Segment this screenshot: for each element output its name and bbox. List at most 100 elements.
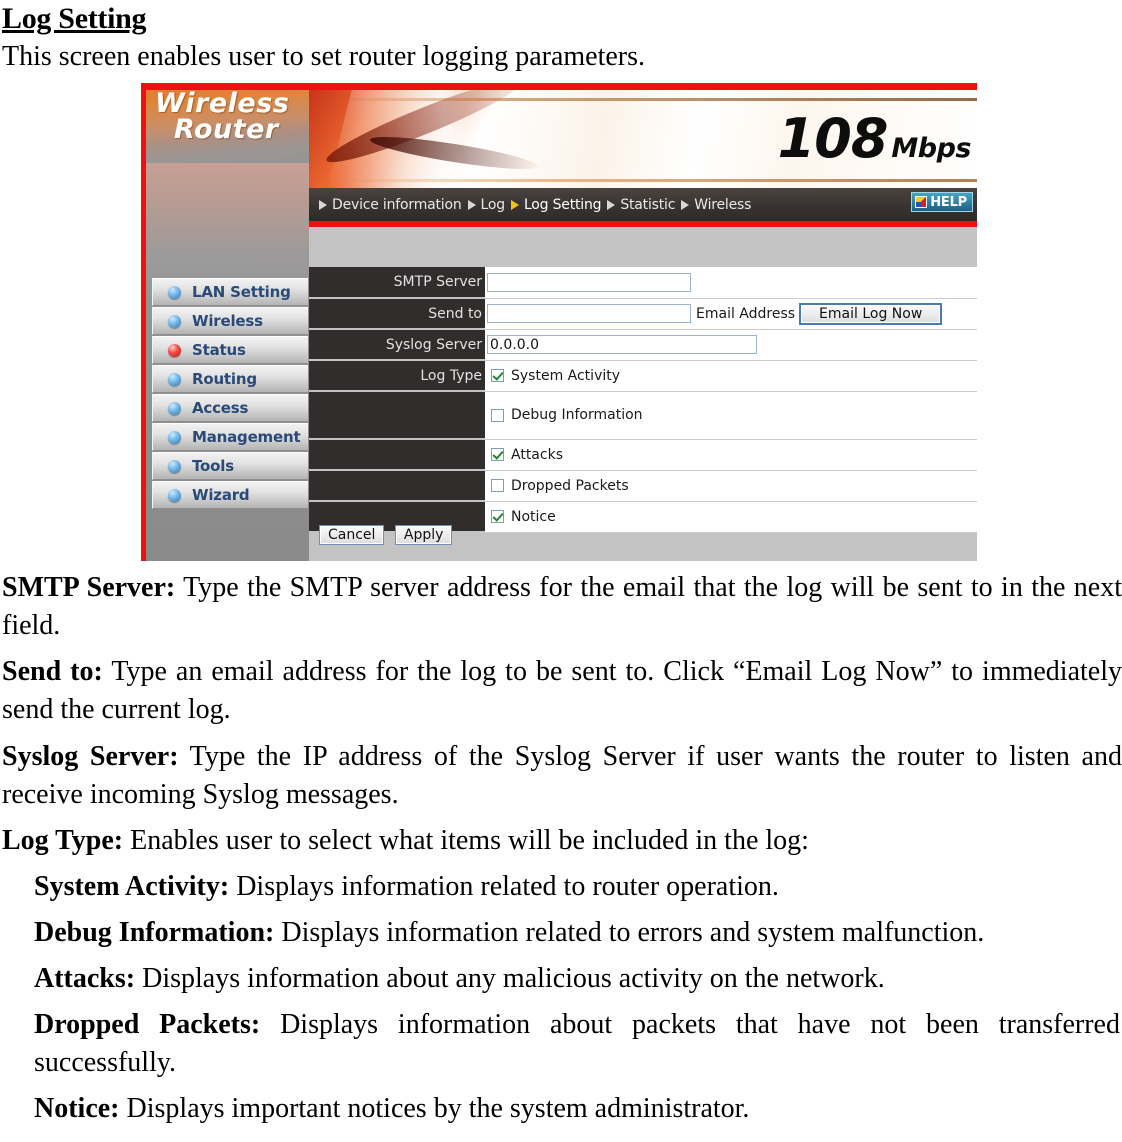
- bullet-icon: [168, 488, 181, 502]
- log-type-option-label: System Activity: [511, 367, 621, 384]
- send-to-cell: Email Address Email Log Now: [485, 298, 977, 330]
- checkbox-debug-information[interactable]: [491, 408, 504, 422]
- paragraph-term: System Activity:: [34, 870, 230, 902]
- sidebar-item-lan-setting[interactable]: LAN Setting: [152, 278, 308, 307]
- description-paragraph: Syslog Server: Type the IP address of th…: [2, 738, 1122, 814]
- product-logo: Wireless Router: [146, 85, 309, 164]
- form-button-bar: Cancel Apply: [309, 525, 977, 546]
- sidebar-item-wizard[interactable]: Wizard: [152, 481, 308, 510]
- top-red-bar: [141, 83, 977, 91]
- main-panel: 108 Mbps Device information Log Log Setting…: [309, 90, 977, 562]
- sidebar-item-routing[interactable]: Routing: [152, 365, 308, 394]
- nav-item-wireless[interactable]: Wireless: [681, 197, 751, 213]
- help-button[interactable]: HELP: [911, 192, 973, 213]
- log-type-option[interactable]: Dropped Packets: [487, 471, 977, 501]
- paragraph-term: Attacks:: [34, 962, 136, 994]
- smtp-server-input[interactable]: [487, 272, 691, 292]
- paragraph-term: Dropped Packets:: [34, 1008, 261, 1040]
- sidebar-item-management[interactable]: Management: [152, 423, 308, 452]
- nav-item-log[interactable]: Log: [467, 197, 505, 213]
- document-body: SMTP Server: Type the SMTP server addres…: [0, 569, 1122, 1128]
- syslog-server-cell: [485, 329, 977, 361]
- sidebar-item-access[interactable]: Access: [152, 394, 308, 423]
- log-type-label: Log Type: [309, 360, 485, 393]
- bullet-icon: [168, 430, 181, 444]
- bullet-icon: [168, 285, 181, 299]
- paragraph-text: Displays important notices by the system…: [119, 1093, 750, 1125]
- sidebar-item-tools[interactable]: Tools: [152, 452, 308, 481]
- log-type-option[interactable]: Attacks: [487, 440, 977, 470]
- description-paragraph: Send to: Type an email address for the l…: [2, 653, 1122, 729]
- paragraph-term: Notice:: [34, 1093, 120, 1125]
- description-paragraph: SMTP Server: Type the SMTP server addres…: [2, 569, 1122, 645]
- cancel-button[interactable]: Cancel: [319, 525, 385, 546]
- smtp-server-cell: [485, 267, 977, 299]
- syslog-server-label: Syslog Server: [309, 329, 485, 362]
- bullet-icon: [168, 372, 181, 386]
- checkbox-system-activity[interactable]: [491, 369, 504, 383]
- arrow-right-icon: [681, 199, 690, 210]
- router-admin-screenshot: Wireless Router LAN Setting Wireless Statu…: [141, 83, 977, 562]
- description-paragraph: Notice: Displays important notices by th…: [34, 1090, 1120, 1128]
- description-paragraph: Attacks: Displays information about any …: [34, 960, 1120, 998]
- paragraph-term: SMTP Server:: [2, 572, 176, 604]
- paragraph-term: Syslog Server:: [2, 740, 179, 772]
- intro-paragraph: This screen enables user to set router l…: [2, 41, 646, 72]
- document-page: Log Setting This screen enables user to …: [0, 0, 1122, 1142]
- arrow-right-icon: [319, 199, 327, 210]
- nav-item-label: Device information: [332, 196, 462, 213]
- banner-stripe-bottom: [309, 179, 977, 183]
- log-type-option[interactable]: Debug Information: [487, 392, 977, 439]
- sidebar-item-label: Wizard: [192, 486, 250, 505]
- nav-item-label: Statistic: [620, 196, 676, 213]
- sidebar-item-status[interactable]: Status: [152, 336, 308, 365]
- nav-item-label: Log Setting: [523, 196, 602, 213]
- sidebar-item-label: Wireless: [192, 312, 263, 331]
- syslog-server-input[interactable]: [487, 335, 757, 355]
- banner-stripe-top: [309, 98, 977, 102]
- arrow-right-active-icon: [510, 199, 519, 210]
- apply-button[interactable]: Apply: [394, 525, 453, 546]
- nav-item-statistic[interactable]: Statistic: [607, 197, 675, 213]
- log-type-spacer-cell: [309, 391, 485, 441]
- paragraph-term: Log Type:: [2, 824, 124, 856]
- paragraph-text: Type an email address for the log to be …: [2, 656, 1122, 726]
- checkbox-attacks[interactable]: [491, 448, 504, 462]
- log-type-option-label: Dropped Packets: [511, 477, 629, 494]
- sidebar-item-label: LAN Setting: [192, 283, 291, 302]
- log-type-option-cell: System Activity: [485, 360, 977, 392]
- help-icon: [915, 196, 928, 209]
- bullet-icon: [168, 459, 181, 473]
- form-row-logtype: Debug Information: [309, 391, 977, 441]
- speed-number: 108: [777, 107, 889, 171]
- sidebar-item-wireless[interactable]: Wireless: [152, 307, 308, 336]
- send-to-input[interactable]: [487, 304, 691, 324]
- log-type-spacer-cell: [309, 470, 485, 503]
- sidebar-menu: LAN Setting Wireless Status Routing Access Ma…: [152, 278, 308, 510]
- paragraph-text: Displays information about any malicious…: [135, 962, 885, 994]
- nav-item-log-setting[interactable]: Log Setting: [510, 196, 602, 213]
- smtp-server-label: SMTP Server: [309, 267, 485, 300]
- arrow-right-icon: [607, 199, 616, 210]
- left-red-bar: [141, 83, 146, 562]
- help-button-label: HELP: [930, 194, 967, 210]
- form-row-logtype: Attacks: [309, 439, 977, 472]
- bullet-icon: [168, 401, 181, 415]
- checkbox-notice[interactable]: [491, 510, 504, 524]
- log-type-option-label: Debug Information: [511, 407, 643, 424]
- description-paragraph: Debug Information: Displays information …: [34, 914, 1120, 952]
- send-to-label: Send to: [309, 298, 485, 331]
- paragraph-text: Enables user to select what items will b…: [123, 824, 809, 856]
- header-banner: 108 Mbps: [309, 90, 977, 189]
- checkbox-dropped-packets[interactable]: [491, 479, 504, 493]
- log-type-option-cell: Debug Information: [485, 391, 977, 440]
- paragraph-term: Send to:: [2, 656, 103, 688]
- email-log-now-button[interactable]: Email Log Now: [799, 302, 943, 325]
- nav-item-device-information[interactable]: Device information: [319, 197, 462, 213]
- bullet-icon: [168, 314, 181, 328]
- content-area: SMTP Server Send to Email Address Email L…: [309, 227, 977, 562]
- form-row-syslog: Syslog Server: [309, 329, 977, 362]
- log-type-option[interactable]: System Activity: [487, 361, 977, 391]
- logo-line-2: Router: [174, 114, 279, 146]
- speed-badge: 108 Mbps: [777, 107, 972, 171]
